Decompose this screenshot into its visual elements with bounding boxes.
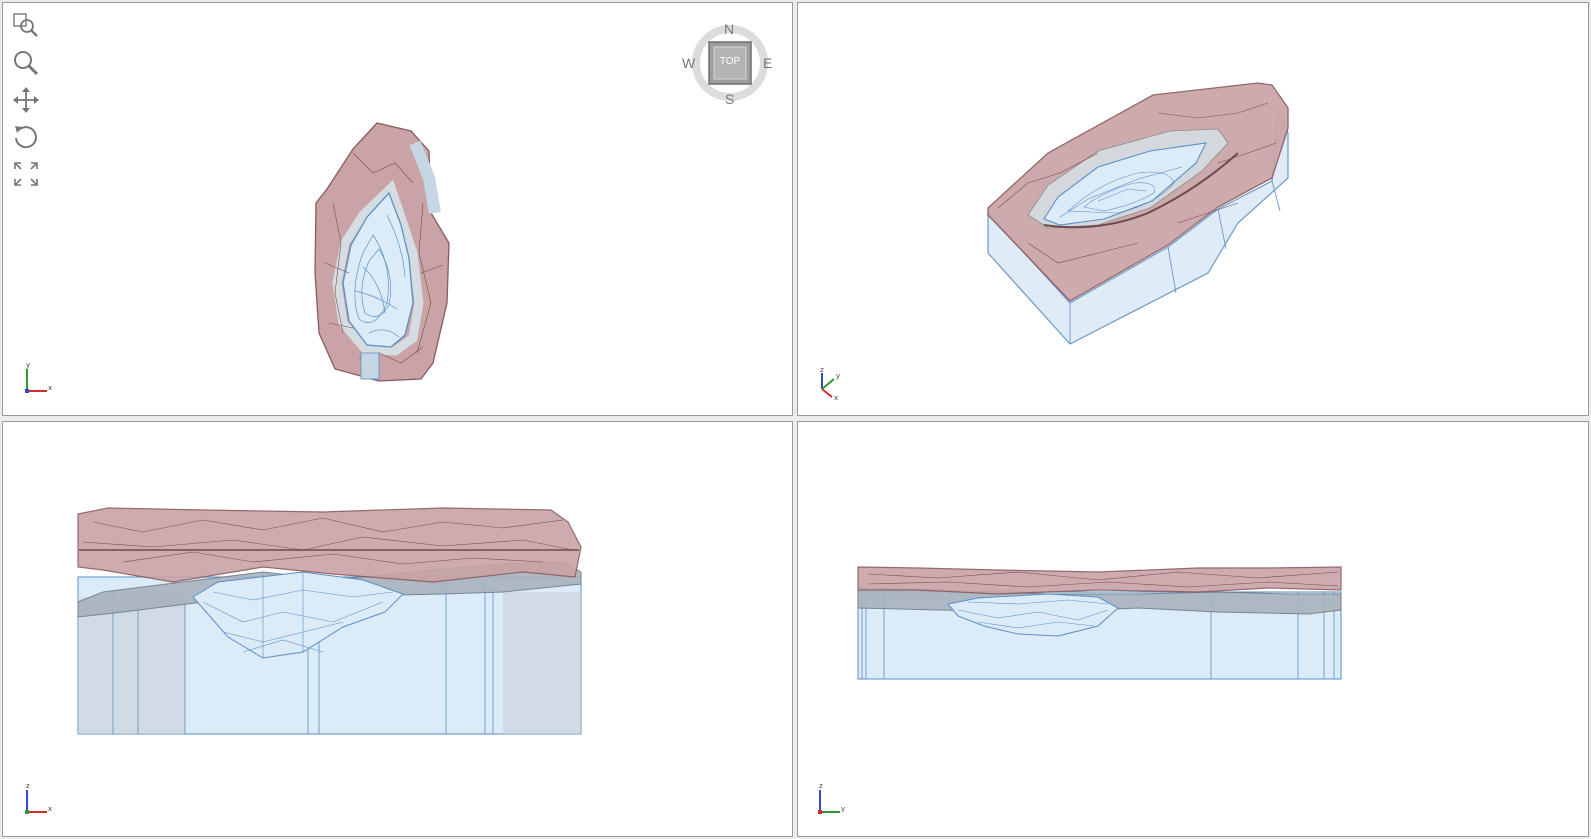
side-view-model xyxy=(857,566,1342,680)
axis-label-z: z xyxy=(26,782,30,790)
viewport-top[interactable]: N S E W TOP y x xyxy=(2,2,793,416)
axis-label-x: x xyxy=(48,384,52,392)
axis-label-z: z xyxy=(820,366,824,374)
axis-label-x: x xyxy=(48,805,52,813)
axis-triad: z y xyxy=(810,782,850,822)
top-view-model xyxy=(314,122,450,382)
axis-label-z: z xyxy=(819,782,823,790)
axis-label-y: y xyxy=(26,361,30,369)
viewport-front[interactable]: z x xyxy=(2,421,793,837)
axis-label-x: x xyxy=(834,394,838,402)
axis-triad: y x xyxy=(17,361,57,401)
axis-triad: z y x xyxy=(810,366,850,407)
viewport-side[interactable]: z y xyxy=(797,421,1589,837)
front-view-model xyxy=(77,507,582,735)
perspective-view-model xyxy=(987,82,1289,345)
axis-label-y: y xyxy=(841,805,845,813)
axis-label-y: y xyxy=(836,372,840,380)
viewport-perspective[interactable]: z y x xyxy=(797,2,1589,416)
axis-triad: z x xyxy=(17,782,57,822)
